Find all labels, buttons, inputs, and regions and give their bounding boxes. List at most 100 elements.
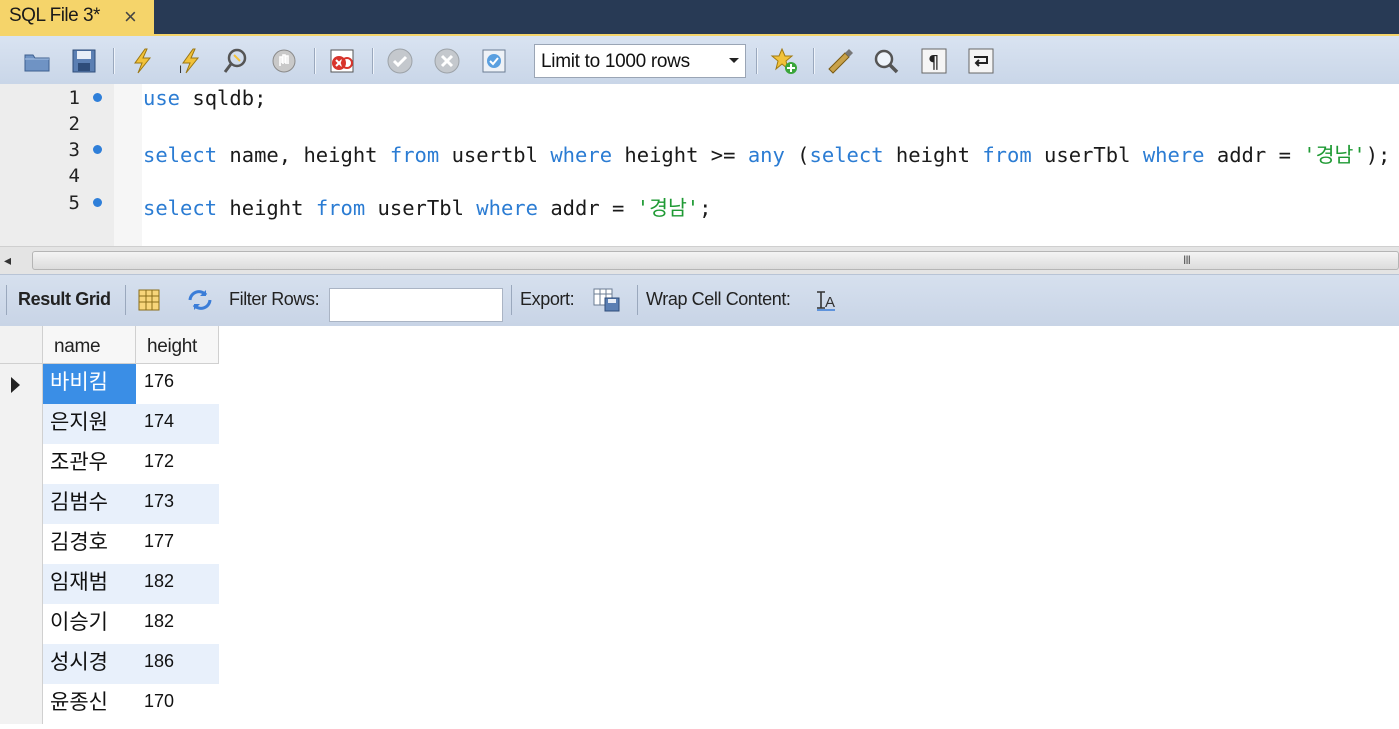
code-line-5[interactable]: 5 select height from userTbl where addr … <box>0 190 1399 220</box>
row-header[interactable] <box>0 684 43 724</box>
row-header[interactable] <box>0 484 43 524</box>
scroll-left-arrow-icon[interactable]: ◂ <box>4 252 11 269</box>
wrap-lines-icon[interactable] <box>965 46 997 76</box>
cell-height[interactable]: 176 <box>136 364 219 404</box>
beautify-icon[interactable] <box>824 46 856 76</box>
table-row[interactable]: 윤종신 170 <box>0 684 220 724</box>
chevron-down-icon <box>723 45 745 77</box>
row-header[interactable] <box>0 564 43 604</box>
code-line-3[interactable]: 3 select name, height from usertbl where… <box>0 137 1399 167</box>
table-row[interactable]: 바비킴 176 <box>0 364 220 404</box>
cell-name[interactable]: 조관우 <box>43 444 136 484</box>
cell-name[interactable]: 임재범 <box>43 564 136 604</box>
table-row[interactable]: 김범수 173 <box>0 484 220 524</box>
wrap-cell-content-label: Wrap Cell Content: <box>646 289 791 309</box>
table-row[interactable]: 임재범 182 <box>0 564 220 604</box>
cell-height[interactable]: 182 <box>136 604 219 644</box>
line-number: 5 <box>68 192 80 214</box>
code-line-4[interactable]: 4 <box>0 163 1399 189</box>
find-icon[interactable] <box>870 46 902 76</box>
toolbar-separator <box>125 285 126 315</box>
execute-icon[interactable] <box>126 46 158 76</box>
tab-label: SQL File 3* <box>9 5 100 26</box>
cell-name[interactable]: 성시경 <box>43 644 136 684</box>
commit-icon[interactable] <box>384 46 416 76</box>
statement-marker-icon <box>93 145 102 154</box>
export-label: Export: <box>520 289 575 309</box>
cell-height[interactable]: 170 <box>136 684 219 724</box>
toolbar-separator <box>314 48 315 74</box>
cell-name[interactable]: 윤종신 <box>43 684 136 724</box>
toolbar-separator <box>511 285 512 315</box>
filter-rows-input[interactable] <box>329 288 503 322</box>
row-header[interactable] <box>0 364 43 404</box>
cell-height[interactable]: 174 <box>136 404 219 444</box>
toolbar-separator <box>756 48 757 74</box>
result-grid-tab[interactable]: Result Grid <box>18 289 111 310</box>
cell-height[interactable]: 182 <box>136 564 219 604</box>
svg-text:¶: ¶ <box>928 52 939 73</box>
code-line-1[interactable]: 1 use sqldb; <box>0 85 1399 111</box>
table-row[interactable]: 성시경 186 <box>0 644 220 684</box>
column-header-name[interactable]: name <box>43 326 136 364</box>
line-number: 3 <box>68 139 80 161</box>
invisible-chars-icon[interactable]: ¶ <box>918 46 950 76</box>
cell-height[interactable]: 177 <box>136 524 219 564</box>
limit-rows-value: Limit to 1000 rows <box>541 51 690 72</box>
execute-current-icon[interactable]: I <box>174 46 206 76</box>
statement-marker-icon <box>93 93 102 102</box>
open-folder-icon[interactable] <box>21 46 53 76</box>
horizontal-scrollbar[interactable]: ◂ III <box>0 246 1399 274</box>
scrollbar-thumb[interactable]: III <box>32 251 1399 270</box>
limit-rows-select[interactable]: Limit to 1000 rows <box>534 44 746 78</box>
cell-name[interactable]: 김경호 <box>43 524 136 564</box>
row-header[interactable] <box>0 444 43 484</box>
column-header-height[interactable]: height <box>136 326 219 364</box>
statement-marker-icon <box>93 198 102 207</box>
row-header[interactable] <box>0 524 43 564</box>
cell-height[interactable]: 186 <box>136 644 219 684</box>
toolbar-separator <box>6 285 7 315</box>
scrollbar-grip: III <box>1183 253 1191 267</box>
sql-editor[interactable]: 1 use sqldb; 2 3 select name, height fro… <box>0 84 1399 246</box>
current-row-arrow-icon <box>11 377 20 393</box>
tab-sql-file-3[interactable]: SQL File 3* × <box>0 0 154 34</box>
refresh-icon[interactable] <box>186 287 214 313</box>
toggle-error-icon[interactable] <box>326 46 358 76</box>
table-row[interactable]: 이승기 182 <box>0 604 220 644</box>
sql-editor-toolbar: I Limit to 1000 rows ¶ <box>0 34 1399 84</box>
cell-height[interactable]: 173 <box>136 484 219 524</box>
close-icon[interactable]: × <box>124 4 137 30</box>
explain-icon[interactable] <box>220 46 252 76</box>
code-line-2[interactable]: 2 <box>0 111 1399 137</box>
stop-icon[interactable] <box>268 46 300 76</box>
toolbar-separator <box>637 285 638 315</box>
cell-height[interactable]: 172 <box>136 444 219 484</box>
code-text[interactable]: use sqldb; <box>143 86 266 110</box>
autocommit-icon[interactable] <box>478 46 510 76</box>
cell-name[interactable]: 이승기 <box>43 604 136 644</box>
export-icon[interactable] <box>592 287 620 313</box>
cell-name[interactable]: 은지원 <box>43 404 136 444</box>
cell-name[interactable]: 바비킴 <box>43 364 136 404</box>
wrap-cell-content-icon[interactable]: A <box>812 287 840 313</box>
table-row[interactable]: 은지원 174 <box>0 404 220 444</box>
code-text[interactable]: select height from userTbl where addr = … <box>143 191 712 221</box>
row-header[interactable] <box>0 404 43 444</box>
svg-text:I: I <box>179 64 182 75</box>
result-grid: name height 바비킴 176 은지원 174 조관우 172 김범수 … <box>0 326 220 729</box>
row-header[interactable] <box>0 644 43 684</box>
cell-name[interactable]: 김범수 <box>43 484 136 524</box>
svg-text:A: A <box>825 294 835 311</box>
line-number: 4 <box>68 165 80 187</box>
row-header[interactable] <box>0 604 43 644</box>
save-icon[interactable] <box>68 46 100 76</box>
bookmark-icon[interactable] <box>768 46 800 76</box>
toolbar-separator <box>372 48 373 74</box>
grid-corner[interactable] <box>0 326 43 364</box>
form-view-icon[interactable] <box>135 287 163 313</box>
table-row[interactable]: 조관우 172 <box>0 444 220 484</box>
rollback-icon[interactable] <box>431 46 463 76</box>
filter-rows-label: Filter Rows: <box>229 289 320 309</box>
table-row[interactable]: 김경호 177 <box>0 524 220 564</box>
